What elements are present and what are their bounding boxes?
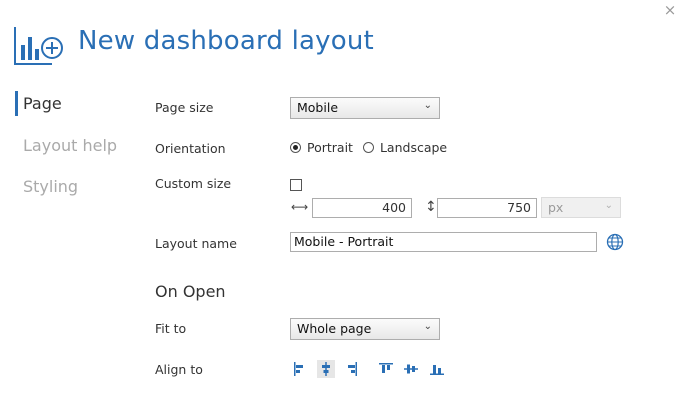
layout-name-input[interactable]: Mobile - Portrait <box>290 232 597 252</box>
align-left-icon[interactable] <box>291 360 309 378</box>
align-to-label: Align to <box>155 362 203 377</box>
unit-select[interactable]: px ⌄ <box>541 197 621 218</box>
chevron-down-icon: ⌄ <box>604 200 613 211</box>
fit-to-select[interactable]: Whole page ⌄ <box>290 318 440 340</box>
page-size-select[interactable]: Mobile ⌄ <box>290 97 440 119</box>
landscape-radio[interactable] <box>362 142 374 153</box>
nav-item-styling[interactable]: Styling <box>23 177 78 196</box>
portrait-radio-label[interactable]: Portrait <box>307 140 353 155</box>
page-size-value: Mobile <box>297 100 339 115</box>
close-icon[interactable]: × <box>662 2 678 18</box>
height-arrows-icon: ↕ <box>425 199 437 215</box>
align-right-icon[interactable] <box>342 360 360 378</box>
globe-icon[interactable] <box>606 233 624 251</box>
page-title: New dashboard layout <box>78 26 374 56</box>
width-arrows-icon: ⟷ <box>291 200 309 214</box>
nav-item-page[interactable]: Page <box>23 94 62 113</box>
orientation-label: Orientation <box>155 141 226 156</box>
layout-name-label: Layout name <box>155 236 237 251</box>
dashboard-add-icon <box>14 27 63 65</box>
page-size-label: Page size <box>155 100 214 115</box>
width-input[interactable]: 400 <box>312 198 412 218</box>
on-open-section-title: On Open <box>155 282 226 301</box>
align-bottom-icon[interactable] <box>428 360 446 378</box>
unit-value: px <box>548 200 564 215</box>
nav-active-indicator <box>15 91 18 116</box>
custom-size-checkbox[interactable] <box>290 179 302 191</box>
chevron-down-icon: ⌄ <box>423 321 432 332</box>
portrait-radio[interactable] <box>290 142 301 153</box>
custom-size-label: Custom size <box>155 176 232 191</box>
landscape-radio-label[interactable]: Landscape <box>380 140 447 155</box>
align-middle-icon[interactable] <box>402 360 420 378</box>
fit-to-value: Whole page <box>297 321 372 336</box>
align-center-horizontal-icon[interactable] <box>317 360 335 378</box>
height-input[interactable]: 750 <box>437 198 537 218</box>
fit-to-label: Fit to <box>155 321 187 336</box>
align-top-icon[interactable] <box>377 360 395 378</box>
chevron-down-icon: ⌄ <box>423 100 432 111</box>
orientation-radio-group: Portrait Landscape <box>290 140 457 155</box>
nav-item-layout-help[interactable]: Layout help <box>23 136 117 155</box>
